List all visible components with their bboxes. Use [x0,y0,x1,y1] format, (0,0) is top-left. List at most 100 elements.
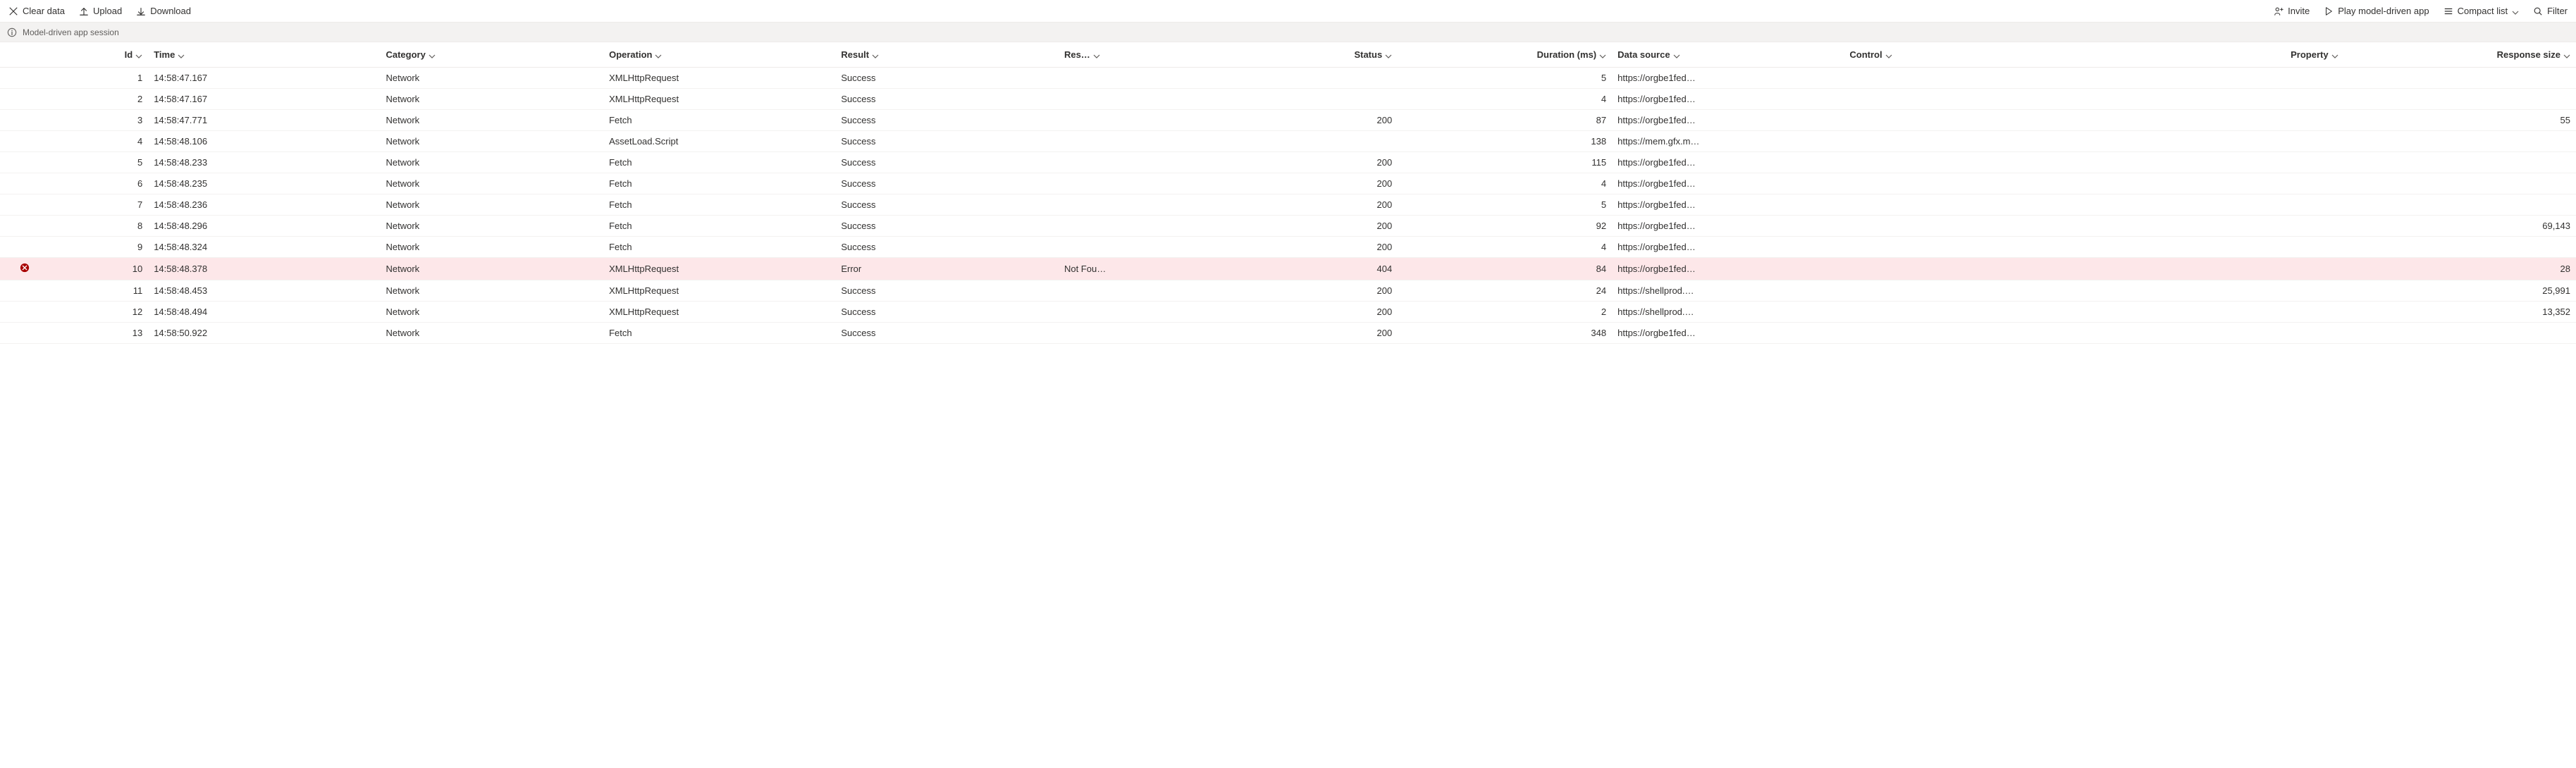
column-header-status[interactable]: Status [1183,42,1398,68]
clear-data-button[interactable]: Clear data [8,6,65,16]
upload-button[interactable]: Upload [79,6,122,16]
column-header-icon [0,42,50,68]
column-label: Status [1354,49,1382,60]
table-row[interactable]: 1114:58:48.453NetworkXMLHttpRequestSucce… [0,280,2576,302]
cell-status: 200 [1183,302,1398,323]
cell-result: Success [835,110,1059,131]
cell-duration: 24 [1398,280,1612,302]
cell-status [1183,131,1398,152]
cell-id: 5 [50,152,148,173]
table-row[interactable]: 414:58:48.106NetworkAssetLoad.ScriptSucc… [0,131,2576,152]
column-header-category[interactable]: Category [380,42,603,68]
play-label: Play model-driven app [2338,6,2429,16]
cell-operation: AssetLoad.Script [603,131,835,152]
table-row[interactable]: 214:58:47.167NetworkXMLHttpRequestSucces… [0,89,2576,110]
row-status-icon-cell [0,237,50,258]
cell-id: 9 [50,237,148,258]
download-button[interactable]: Download [136,6,191,16]
table-row[interactable]: 1314:58:50.922NetworkFetchSuccess200348h… [0,323,2576,344]
monitor-table: Id Time Category Operation Result Res… S… [0,42,2576,344]
cell-category: Network [380,152,603,173]
row-status-icon-cell [0,173,50,194]
play-icon [2324,6,2334,16]
upload-icon [79,6,89,16]
clear-data-label: Clear data [23,6,65,16]
invite-button[interactable]: Invite [2274,6,2310,16]
cell-id: 10 [50,258,148,280]
column-header-control[interactable]: Control [1844,42,2094,68]
cell-result: Success [835,280,1059,302]
cell-property [2094,89,2344,110]
cell-reason [1059,194,1183,216]
table-row[interactable]: 314:58:47.771NetworkFetchSuccess20087htt… [0,110,2576,131]
cell-responsesize: 69,143 [2344,216,2576,237]
cell-time: 14:58:50.922 [148,323,380,344]
cell-category: Network [380,302,603,323]
table-row[interactable]: 1014:58:48.378NetworkXMLHttpRequestError… [0,258,2576,280]
column-label: Operation [609,49,652,60]
table-row[interactable]: 914:58:48.324NetworkFetchSuccess2004http… [0,237,2576,258]
table-row[interactable]: 114:58:47.167NetworkXMLHttpRequestSucces… [0,68,2576,89]
cell-control [1844,152,2094,173]
table-row[interactable]: 814:58:48.296NetworkFetchSuccess20092htt… [0,216,2576,237]
cell-result: Success [835,302,1059,323]
error-icon [20,263,30,273]
column-label: Data source [1617,49,1670,60]
cell-datasource: https://orgbe1fed… [1612,89,1844,110]
column-header-datasource[interactable]: Data source [1612,42,1844,68]
cell-time: 14:58:48.106 [148,131,380,152]
table-row[interactable]: 1214:58:48.494NetworkXMLHttpRequestSucce… [0,302,2576,323]
column-label: Control [1849,49,1882,60]
filter-button[interactable]: Filter [2533,6,2568,16]
column-header-duration[interactable]: Duration (ms) [1398,42,1612,68]
cell-id: 4 [50,131,148,152]
cell-property [2094,280,2344,302]
cell-status [1183,89,1398,110]
cell-control [1844,237,2094,258]
column-header-property[interactable]: Property [2094,42,2344,68]
row-status-icon-cell [0,194,50,216]
column-header-result[interactable]: Result [835,42,1059,68]
invite-label: Invite [2288,6,2310,16]
compact-list-button[interactable]: Compact list [2443,6,2520,16]
cell-responsesize [2344,323,2576,344]
cell-status: 200 [1183,110,1398,131]
column-header-time[interactable]: Time [148,42,380,68]
cell-reason [1059,173,1183,194]
table-row[interactable]: 514:58:48.233NetworkFetchSuccess200115ht… [0,152,2576,173]
column-header-reason[interactable]: Res… [1059,42,1183,68]
cell-id: 7 [50,194,148,216]
cell-operation: XMLHttpRequest [603,89,835,110]
cell-duration: 5 [1398,194,1612,216]
cell-responsesize: 28 [2344,258,2576,280]
table-row[interactable]: 614:58:48.235NetworkFetchSuccess2004http… [0,173,2576,194]
cell-control [1844,323,2094,344]
column-header-operation[interactable]: Operation [603,42,835,68]
cell-datasource: https://shellprod.… [1612,302,1844,323]
row-status-icon-cell [0,131,50,152]
cell-duration: 115 [1398,152,1612,173]
cell-operation: Fetch [603,237,835,258]
cell-duration: 2 [1398,302,1612,323]
session-label: Model-driven app session [23,27,119,37]
cell-result: Success [835,152,1059,173]
toolbar-left: Clear data Upload Download [8,6,191,16]
cell-duration: 84 [1398,258,1612,280]
cell-time: 14:58:48.494 [148,302,380,323]
table-row[interactable]: 714:58:48.236NetworkFetchSuccess2005http… [0,194,2576,216]
download-label: Download [150,6,191,16]
chevron-down-icon [1093,51,1100,58]
column-label: Duration (ms) [1537,49,1597,60]
toolbar: Clear data Upload Download Invite Play [0,0,2576,23]
play-app-button[interactable]: Play model-driven app [2324,6,2429,16]
cell-duration: 87 [1398,110,1612,131]
column-header-id[interactable]: Id [50,42,148,68]
column-header-responsesize[interactable]: Response size [2344,42,2576,68]
cell-operation: Fetch [603,216,835,237]
cell-time: 14:58:48.378 [148,258,380,280]
cell-status [1183,68,1398,89]
cell-time: 14:58:48.235 [148,173,380,194]
cell-status: 200 [1183,216,1398,237]
cell-responsesize [2344,237,2576,258]
cell-property [2094,216,2344,237]
